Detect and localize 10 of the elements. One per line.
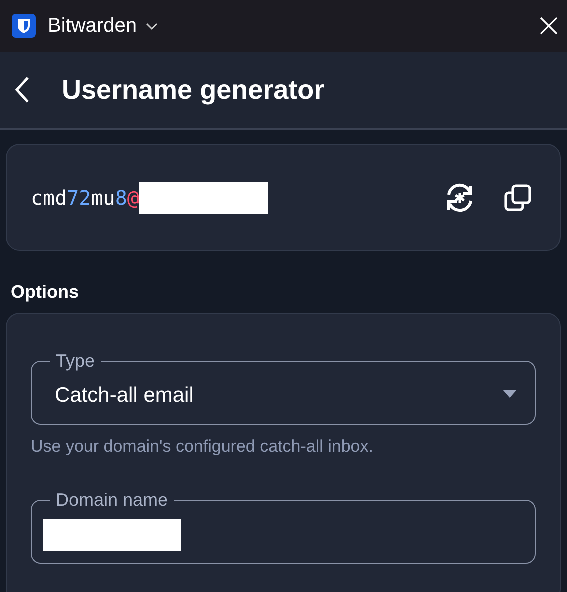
section-heading: Options <box>11 282 80 303</box>
chevron-down-icon[interactable] <box>144 21 159 31</box>
shield-logo-icon <box>12 14 36 38</box>
page-title: Username generator <box>62 74 325 106</box>
dropdown-caret-icon <box>503 390 517 398</box>
app-title: Bitwarden <box>48 14 137 38</box>
generated-username: cmd72mu8@ <box>31 182 268 214</box>
copy-icon <box>504 184 532 212</box>
help-text: Use your domain's configured catch-all inbox. <box>31 437 374 457</box>
close-icon[interactable] <box>539 16 559 36</box>
